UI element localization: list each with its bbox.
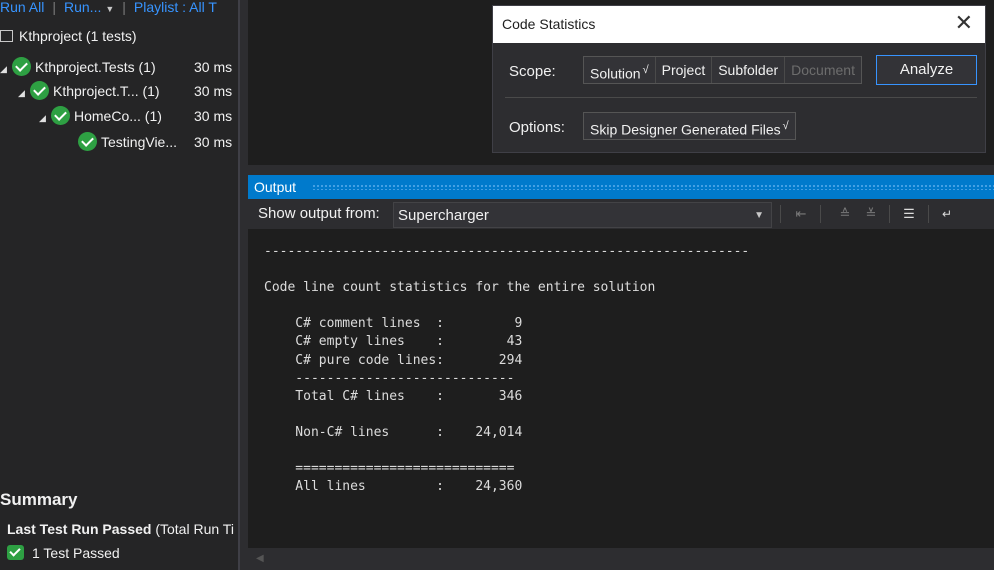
run-all-button[interactable]: Run All [0,0,44,14]
last-run-detail: (Total Run Ti [151,521,234,537]
dialog-title: Code Statistics [502,16,596,32]
options-toggle-group: Skip Designer Generated Files √ [583,112,796,140]
output-line: C# empty lines : 43 [264,334,523,350]
passed-check-icon [30,81,49,100]
output-line: ---------------------------- [264,370,515,386]
expand-triangle-icon[interactable]: ◢ [0,57,12,81]
output-line: Non-C# lines : 24,014 [264,424,523,440]
scope-option-project[interactable]: Project [656,57,713,83]
playlist-dropdown[interactable]: Playlist : All T [134,0,217,14]
passed-check-icon [12,57,31,76]
tree-item-test[interactable]: TestingVie... 30 ms [78,130,238,154]
toolbar-separator: | [52,0,56,15]
close-icon[interactable]: ✕ [955,12,973,34]
tree-item-project[interactable]: Kthproject (1 tests) [0,24,137,48]
dialog-titlebar: Code Statistics ✕ [493,6,985,43]
test-duration: 30 ms [194,59,233,75]
scope-option-label: Solution [590,65,641,82]
find-previous-icon[interactable]: ⇤ [792,204,810,224]
horizontal-scrollbar[interactable]: ◀ [248,548,994,570]
output-header: Output [248,175,994,199]
test-explorer-panel: Run All | Run... ▼ | Playlist : All T Kthproj… [0,0,238,570]
code-statistics-dialog: Code Statistics ✕ Scope: Solution √ Proje… [492,5,986,153]
toolbar-separator [928,205,929,223]
drag-grip[interactable] [312,184,994,190]
tree-item-label: Kthproject.Tests (1) [35,59,156,75]
scope-segmented-control: Solution √ Project Subfolder Document [583,56,862,84]
toolbar-separator [820,205,821,223]
tree-item-namespace[interactable]: ◢ Kthproject.T... (1) 30 ms [18,79,238,103]
scope-option-subfolder[interactable]: Subfolder [712,57,786,83]
passed-count-label: 1 Test Passed [32,545,120,561]
next-message-icon[interactable]: ≚ [862,204,880,224]
project-icon [0,30,13,42]
previous-message-icon[interactable]: ≙ [836,204,854,224]
tree-item-label: TestingVie... [101,134,178,150]
scope-option-document: Document [785,57,861,83]
toolbar-separator: | [122,0,126,15]
dialog-divider [505,97,977,98]
tree-item-tests[interactable]: ◢ Kthproject.Tests (1) 30 ms [0,55,238,79]
output-line: ----------------------------------------… [264,244,750,259]
tree-item-label: HomeCo... (1) [74,108,162,124]
output-line: C# comment lines : 9 [264,316,523,332]
output-line: ============================ [264,461,515,477]
caret-down-icon: ▼ [105,4,115,14]
scope-label: Scope: [509,63,556,80]
clear-all-icon[interactable]: ☰ [900,204,918,224]
test-duration: 30 ms [194,108,233,124]
checkmark-icon: √ [782,120,789,132]
output-line: C# pure code lines: 294 [264,352,523,368]
expand-triangle-icon[interactable]: ◢ [18,81,30,105]
output-text[interactable]: ----------------------------------------… [264,243,749,496]
output-title: Output [254,179,297,195]
scope-option-label: Subfolder [718,62,779,78]
test-duration: 30 ms [194,134,233,150]
skip-designer-files-toggle[interactable]: Skip Designer Generated Files √ [584,113,795,139]
checkmark-icon: √ [642,64,649,76]
tree-item-label: Kthproject (1 tests) [19,28,137,44]
scope-option-label: Project [661,62,706,78]
scope-option-label: Document [791,62,855,78]
output-toolbar: Show output from: Supercharger ▼ ⇤ ≙ ≚ ☰… [248,199,994,229]
run-label: Run... [64,0,102,15]
output-source-select[interactable]: Supercharger ▼ [393,202,772,228]
output-pane-content: Output Show output from: Supercharger ▼ … [248,165,994,570]
summary-passed[interactable]: 1 Test Passed [7,545,120,561]
chevron-down-icon: ▼ [754,210,764,221]
analyze-button[interactable]: Analyze [876,55,977,85]
toolbar-separator [780,205,781,223]
scope-option-solution[interactable]: Solution √ [584,57,656,83]
panel-splitter[interactable] [238,0,248,570]
word-wrap-icon[interactable]: ↵ [938,204,956,224]
summary-last-run: Last Test Run Passed (Total Run Ti [7,521,234,537]
test-explorer-toolbar: Run All | Run... ▼ | Playlist : All T [0,0,217,18]
passed-check-icon [7,545,24,560]
test-duration: 30 ms [194,83,233,99]
output-line: Code line count statistics for the entir… [264,280,656,296]
scroll-left-icon[interactable]: ◀ [256,553,264,564]
tree-item-label: Kthproject.T... (1) [53,83,160,99]
option-label: Skip Designer Generated Files [590,121,781,138]
last-run-status: Last Test Run Passed [7,521,152,537]
run-dropdown-button[interactable]: Run... ▼ [64,0,114,16]
summary-heading: Summary [0,490,78,509]
expand-triangle-icon[interactable]: ◢ [39,106,51,130]
show-output-from-label: Show output from: [258,205,380,222]
tree-item-class[interactable]: ◢ HomeCo... (1) 30 ms [39,104,238,128]
toolbar-separator [889,205,890,223]
options-label: Options: [509,119,565,136]
output-line: All lines : 24,360 [264,479,523,495]
output-line: Total C# lines : 346 [264,388,523,404]
passed-check-icon [51,106,70,125]
passed-check-icon [78,132,97,151]
output-source-value: Supercharger [398,207,489,224]
